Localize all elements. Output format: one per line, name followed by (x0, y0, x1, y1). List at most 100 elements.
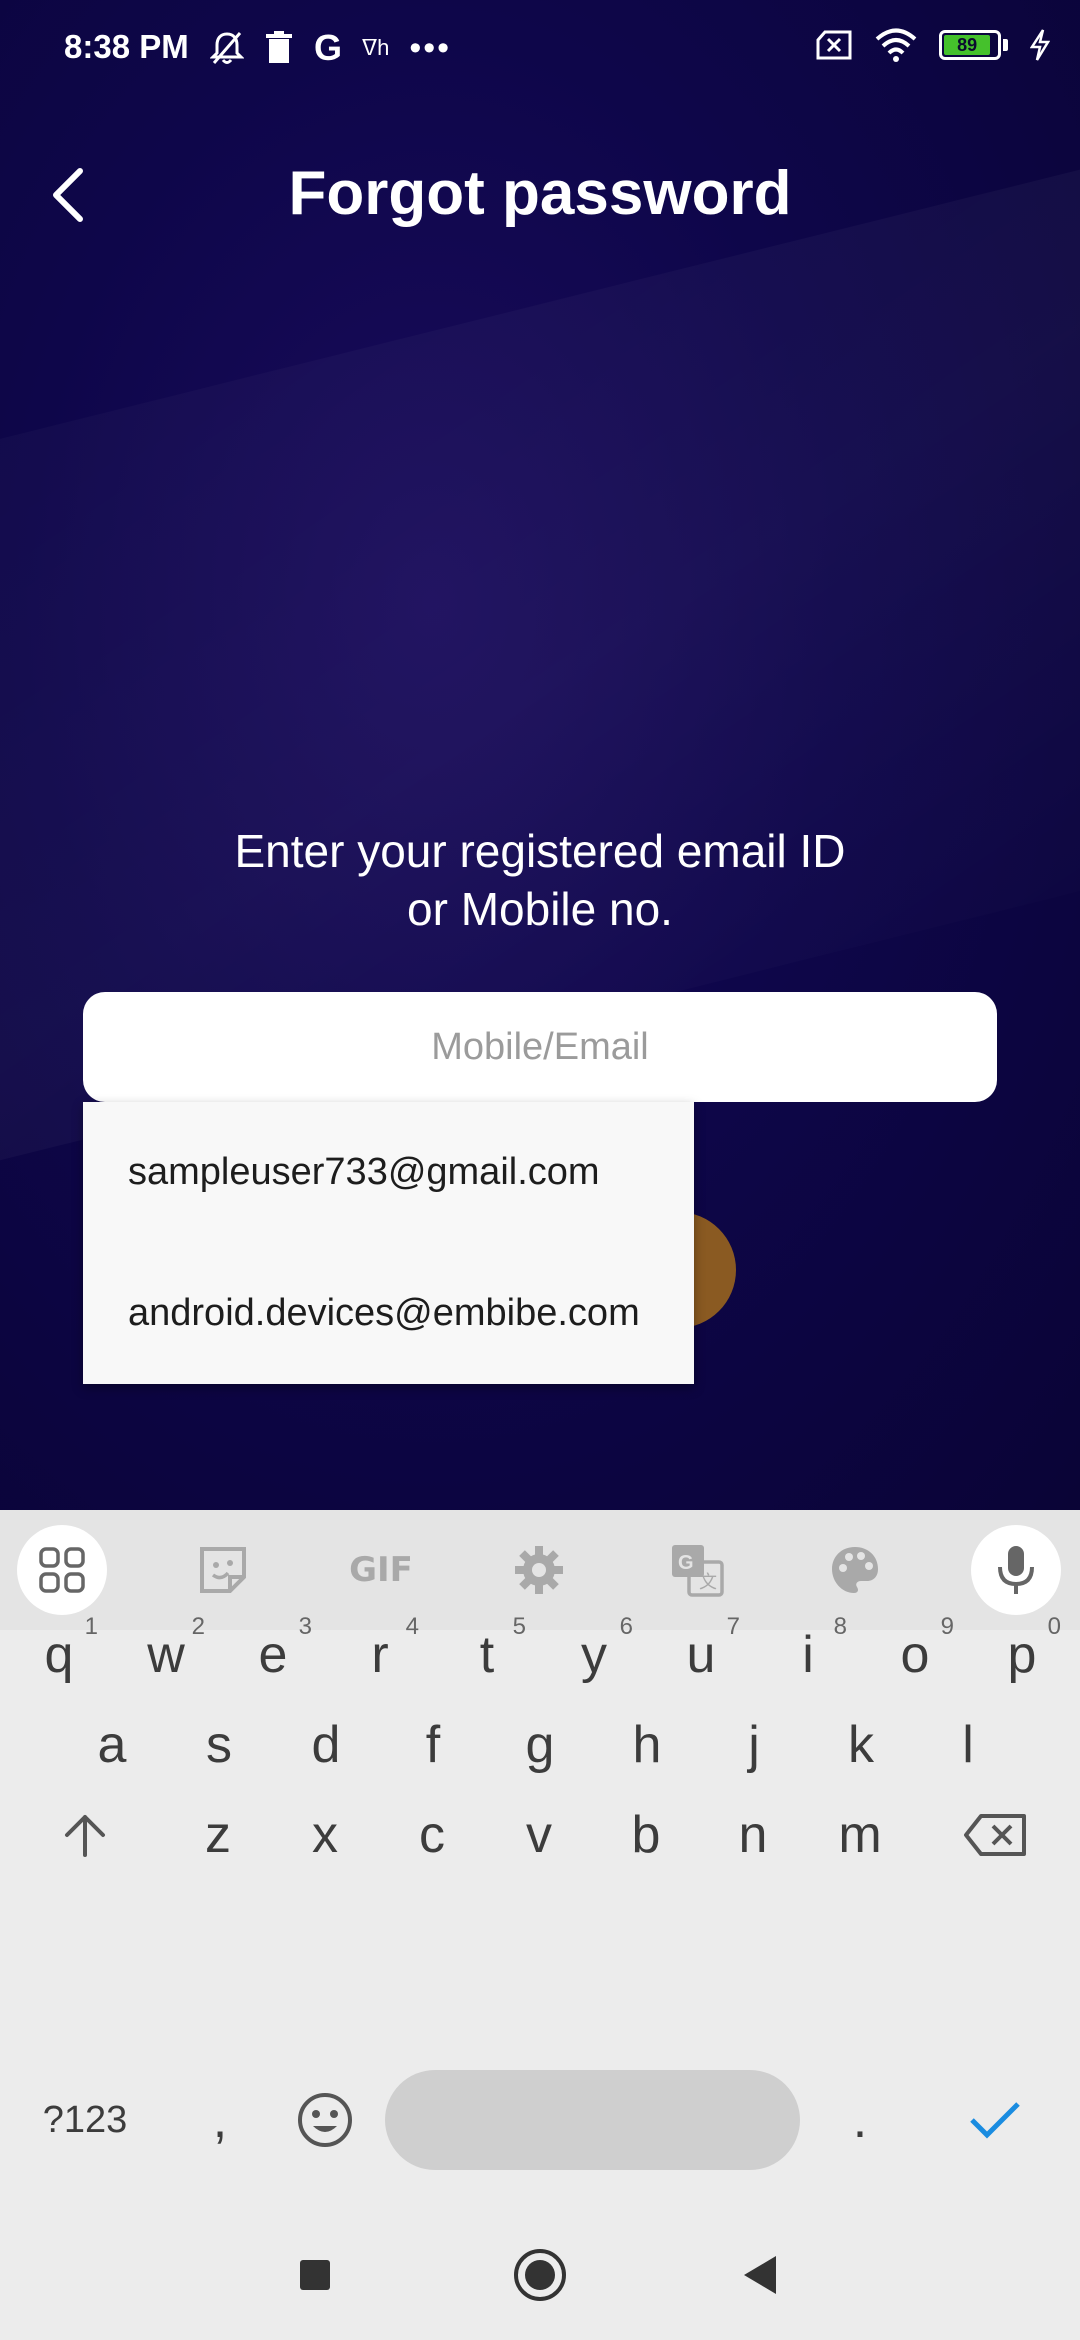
no-sim-icon (816, 30, 852, 60)
key-d[interactable]: d (281, 1695, 371, 1795)
sticker-button[interactable] (178, 1525, 268, 1615)
delete-icon (266, 31, 292, 63)
home-button[interactable] (510, 2245, 570, 2305)
charging-icon (1030, 29, 1050, 61)
key-label: k (848, 1716, 874, 1774)
key-x[interactable]: x (280, 1785, 370, 1885)
key-o[interactable]: o9 (870, 1605, 960, 1705)
key-a[interactable]: a (67, 1695, 157, 1795)
key-s[interactable]: s (174, 1695, 264, 1795)
page-title: Forgot password (288, 159, 792, 228)
key-label: d (311, 1716, 341, 1774)
palette-icon (832, 1547, 878, 1593)
key-hint: 5 (512, 1613, 526, 1640)
comma-key[interactable]: , (185, 2070, 255, 2170)
more-dots-icon: ••• (409, 29, 452, 67)
key-r[interactable]: r4 (335, 1605, 425, 1705)
sticker-icon (200, 1547, 246, 1593)
key-n[interactable]: n (708, 1785, 798, 1885)
key-hint: 8 (833, 1613, 847, 1640)
shift-key[interactable] (35, 1785, 135, 1885)
apps-icon (39, 1547, 85, 1593)
key-label: v (526, 1806, 552, 1864)
system-back-button[interactable] (730, 2245, 790, 2305)
translate-icon: ᐁh (362, 35, 390, 60)
status-time: 8:38 PM (64, 28, 189, 65)
voice-input-button[interactable] (971, 1525, 1061, 1615)
key-u[interactable]: u7 (656, 1605, 746, 1705)
shift-icon (65, 1815, 105, 1857)
key-label: o (900, 1626, 930, 1684)
soft-keyboard: GIF G 文 q 1 w 2 e 3 r 4 t 5 y 6 u 7 i 8 … (0, 1510, 1080, 2210)
symbols-key[interactable]: ?123 (25, 2070, 145, 2170)
space-key[interactable] (385, 2070, 800, 2170)
period-key[interactable]: . (820, 2070, 900, 2170)
key-hint: 9 (940, 1613, 954, 1640)
key-z[interactable]: z (173, 1785, 263, 1885)
key-label: w (147, 1626, 185, 1684)
key-hint: 1 (84, 1613, 98, 1640)
key-g[interactable]: g (495, 1695, 585, 1795)
key-label: q (44, 1626, 74, 1684)
key-hint: 0 (1047, 1613, 1061, 1640)
key-q[interactable]: q1 (14, 1605, 104, 1705)
key-label: p (1007, 1626, 1037, 1684)
emoji-key[interactable] (280, 2070, 370, 2170)
recents-button[interactable] (285, 2245, 345, 2305)
apps-button[interactable] (17, 1525, 107, 1615)
key-label: b (631, 1806, 661, 1864)
key-b[interactable]: b (601, 1785, 691, 1885)
mobile-email-field[interactable] (83, 992, 997, 1102)
key-y[interactable]: y6 (549, 1605, 639, 1705)
theme-button[interactable] (810, 1525, 900, 1615)
key-label: t (479, 1626, 495, 1684)
key-w[interactable]: w2 (121, 1605, 211, 1705)
backspace-icon (964, 1814, 1026, 1856)
key-label: m (838, 1806, 882, 1864)
mobile-email-input[interactable] (83, 1025, 997, 1069)
key-v[interactable]: v (494, 1785, 584, 1885)
key-label: c (419, 1806, 445, 1864)
svg-text:文: 文 (699, 1572, 717, 1593)
wifi-icon (875, 28, 917, 62)
key-e[interactable]: e3 (228, 1605, 318, 1705)
status-bar: 8:38 PM G ᐁh ••• 89 (0, 0, 1080, 100)
google-icon: G (314, 27, 343, 68)
key-p[interactable]: p0 (977, 1605, 1067, 1705)
svg-text:G: G (678, 1552, 694, 1574)
key-label: f (425, 1716, 441, 1774)
key-h[interactable]: h (602, 1695, 692, 1795)
suggestion-item[interactable]: sampleuser733@gmail.com (83, 1102, 694, 1243)
gif-button[interactable]: GIF (336, 1525, 426, 1615)
app-screen: 8:38 PM G ᐁh ••• 89 Forgot password Ente… (0, 0, 1080, 1510)
suggestion-item[interactable]: android.devices@embibe.com (83, 1243, 694, 1384)
key-label: i (802, 1626, 814, 1684)
key-hint: 7 (726, 1613, 740, 1640)
key-i[interactable]: i8 (763, 1605, 853, 1705)
recents-icon (300, 2260, 330, 2290)
key-label: e (258, 1626, 288, 1684)
battery-icon: 89 (939, 30, 1008, 60)
battery-level: 89 (944, 35, 991, 55)
key-label: r (371, 1626, 389, 1684)
key-label: u (686, 1626, 716, 1684)
key-label: j (748, 1716, 760, 1774)
key-t[interactable]: t5 (442, 1605, 532, 1705)
prompt-line-2: or Mobile no. (407, 883, 673, 935)
key-hint: 2 (191, 1613, 205, 1640)
key-k[interactable]: k (816, 1695, 906, 1795)
key-l[interactable]: l (923, 1695, 1013, 1795)
key-label: h (632, 1716, 662, 1774)
key-c[interactable]: c (387, 1785, 477, 1885)
autofill-dropdown: sampleuser733@gmail.com android.devices@… (83, 1102, 694, 1384)
translate-button[interactable]: G 文 (652, 1525, 742, 1615)
done-key[interactable] (940, 2070, 1050, 2170)
key-label: x (312, 1806, 338, 1864)
keyboard-settings-button[interactable] (494, 1525, 584, 1615)
backspace-key[interactable] (945, 1785, 1045, 1885)
key-m[interactable]: m (815, 1785, 905, 1885)
key-j[interactable]: j (709, 1695, 799, 1795)
key-label: y (581, 1626, 607, 1684)
key-f[interactable]: f (388, 1695, 478, 1795)
key-hint: 3 (298, 1613, 312, 1640)
